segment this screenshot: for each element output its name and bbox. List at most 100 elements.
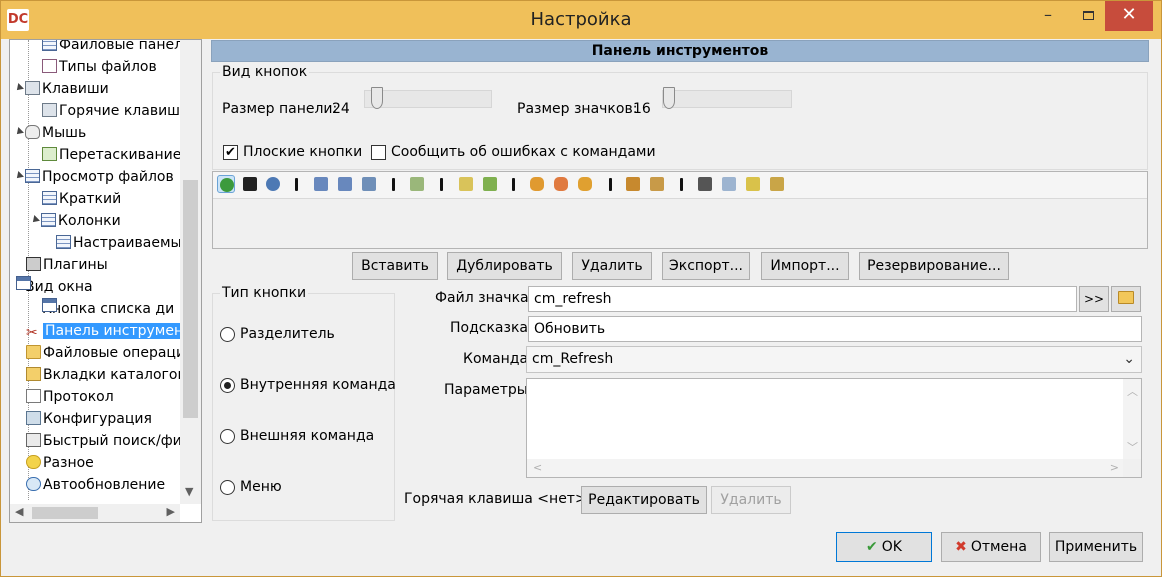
tree-item-file-types[interactable]: Типы файлов: [42, 56, 161, 78]
toolbar-btn-unpack[interactable]: [648, 175, 666, 193]
ok-button[interactable]: ✔ OK: [836, 532, 932, 562]
flat-buttons-checkbox[interactable]: ✔: [223, 145, 238, 160]
expand-arrow-icon[interactable]: [14, 127, 24, 137]
insert-button[interactable]: Вставить: [352, 252, 438, 280]
tree-scroll-thumb[interactable]: [183, 180, 198, 418]
toolbar-btn-refresh[interactable]: [217, 175, 235, 193]
scroll-left-icon[interactable]: ◀: [15, 505, 23, 518]
toolbar-btn-terminal[interactable]: [241, 175, 259, 193]
tree-item-folder-tabs[interactable]: Вкладки каталогов: [26, 364, 190, 386]
expand-arrow-icon[interactable]: [14, 171, 24, 181]
tree-item-configuration[interactable]: Конфигурация: [26, 408, 156, 430]
scroll-left-icon[interactable]: <: [533, 461, 542, 474]
tree-item-file-panels[interactable]: Файловые панел: [42, 40, 187, 56]
scroll-down-icon[interactable]: ﹀: [1127, 439, 1138, 455]
export-button[interactable]: Экспорт...: [662, 252, 750, 280]
params-vertical-scrollbar[interactable]: ︿ ﹀: [1123, 379, 1141, 459]
scroll-up-icon[interactable]: ︿: [1127, 383, 1138, 399]
browse-icon-button[interactable]: >>: [1079, 286, 1109, 312]
toolbar-btn-thumbnails-view[interactable]: [360, 175, 378, 193]
duplicate-button[interactable]: Дублировать: [447, 252, 562, 280]
panel-size-slider[interactable]: [364, 90, 492, 108]
expand-arrow-icon[interactable]: [30, 215, 40, 225]
radio-internal-command-label: Внутренняя команда: [240, 377, 396, 393]
settings-tree[interactable]: Файловые панел Типы файлов Клавиши Горяч…: [9, 39, 202, 523]
tree-item-misc[interactable]: Разное: [26, 452, 98, 474]
tree-item-hotkeys[interactable]: Горячие клавиш: [42, 100, 184, 122]
icon-size-slider-thumb[interactable]: [663, 87, 675, 109]
tree-item-quick-search[interactable]: Быстрый поиск/фи: [26, 430, 186, 452]
toolbar-btn-select-remove[interactable]: [552, 175, 570, 193]
toolbar-btn-clipboard[interactable]: [768, 175, 786, 193]
tree-item-mouse[interactable]: Мышь: [14, 122, 90, 144]
toolbar-btn-search[interactable]: [696, 175, 714, 193]
maximize-button[interactable]: [1071, 1, 1105, 31]
open-folder-button[interactable]: [1111, 286, 1141, 312]
tree-item-file-operations[interactable]: Файловые операци: [26, 342, 189, 364]
tree-item-brief[interactable]: Краткий: [42, 188, 125, 210]
toolbar-btn-pack[interactable]: [624, 175, 642, 193]
tree-item-plugins[interactable]: Плагины: [26, 254, 112, 276]
scroll-right-icon[interactable]: ▶: [167, 505, 175, 518]
tree-view-icon: [410, 177, 424, 191]
tree-item-log[interactable]: Протокол: [26, 386, 118, 408]
tree-item-drag-drop[interactable]: Перетаскивание: [42, 144, 185, 166]
tree-item-columns[interactable]: Колонки: [30, 210, 125, 232]
flat-buttons-label: Плоские кнопки: [243, 144, 363, 160]
toolbar-preview[interactable]: [212, 171, 1148, 249]
tree-item-custom-columns[interactable]: Настраиваемы: [56, 232, 186, 254]
panel-size-value: 24: [332, 101, 350, 117]
tree-item-toolbar[interactable]: ✂ Панель инструмент: [26, 320, 197, 342]
radio-internal-command[interactable]: [220, 378, 235, 393]
toolbar-btn-select-add[interactable]: [528, 175, 546, 193]
toolbar-btn-rename[interactable]: [720, 175, 738, 193]
title-bar[interactable]: DC Настройка – ✕: [1, 1, 1161, 39]
toolbar-btn-select-menu[interactable]: [576, 175, 594, 193]
toolbar-btn-columns-view[interactable]: [336, 175, 354, 193]
toolbar-btn-tree[interactable]: [408, 175, 426, 193]
backup-button[interactable]: Резервирование...: [859, 252, 1009, 280]
delete-hotkey-button[interactable]: Удалить: [711, 486, 791, 514]
tree-horizontal-scrollbar[interactable]: ◀ ▶: [10, 504, 180, 522]
cancel-button[interactable]: ✖ Отмена: [941, 532, 1041, 562]
close-button[interactable]: ✕: [1105, 1, 1153, 31]
report-errors-checkbox[interactable]: [371, 145, 386, 160]
tree-item-file-views[interactable]: Просмотр файлов: [14, 166, 178, 188]
toolbar-btn-copy-right[interactable]: [481, 175, 499, 193]
tree-vertical-scrollbar[interactable]: ▼: [180, 40, 201, 504]
tree-item-layout[interactable]: Вид окна: [14, 276, 97, 298]
button-view-group-title: Вид кнопок: [220, 64, 310, 80]
radio-separator[interactable]: [220, 327, 235, 342]
icon-size-label: Размер значков:: [517, 101, 638, 117]
params-horizontal-scrollbar[interactable]: < >: [527, 459, 1125, 477]
minimize-button[interactable]: –: [1025, 1, 1071, 31]
expand-arrow-icon[interactable]: [14, 83, 24, 93]
tree-item-auto-update[interactable]: Автообновление: [26, 474, 169, 496]
import-button[interactable]: Импорт...: [761, 252, 849, 280]
toolbar-btn-brief-view[interactable]: [312, 175, 330, 193]
tree-item-drive-list-button[interactable]: Кнопка списка ди: [42, 298, 178, 320]
toolbar-btn-copy-left[interactable]: [457, 175, 475, 193]
radio-menu[interactable]: [220, 480, 235, 495]
tree-item-keys[interactable]: Клавиши: [14, 78, 113, 100]
scroll-down-icon[interactable]: ▼: [185, 485, 193, 498]
chevron-down-icon[interactable]: ⌄: [1123, 347, 1135, 371]
hint-input[interactable]: Обновить: [528, 316, 1142, 342]
tools-icon: ✂: [26, 325, 38, 341]
delete-button[interactable]: Удалить: [572, 252, 652, 280]
params-textarea[interactable]: ︿ ﹀ < >: [526, 378, 1142, 478]
page-title: Панель инструментов: [211, 40, 1149, 62]
radio-external-command[interactable]: [220, 429, 235, 444]
scroll-right-icon[interactable]: >: [1110, 461, 1119, 474]
edit-hotkey-button[interactable]: Редактировать: [581, 486, 707, 514]
toolbar-btn-notes[interactable]: [744, 175, 762, 193]
command-select[interactable]: cm_Refresh ⌄: [526, 346, 1142, 373]
apply-button[interactable]: Применить: [1049, 532, 1143, 562]
icon-size-value: 16: [633, 101, 651, 117]
icon-size-slider[interactable]: [662, 90, 792, 108]
toolbar-btn-settings[interactable]: [264, 175, 282, 193]
tree-hscroll-thumb[interactable]: [32, 507, 98, 519]
icon-file-input[interactable]: cm_refresh: [528, 286, 1077, 312]
arrow-right-icon: [483, 177, 497, 191]
panel-size-slider-thumb[interactable]: [371, 87, 383, 109]
